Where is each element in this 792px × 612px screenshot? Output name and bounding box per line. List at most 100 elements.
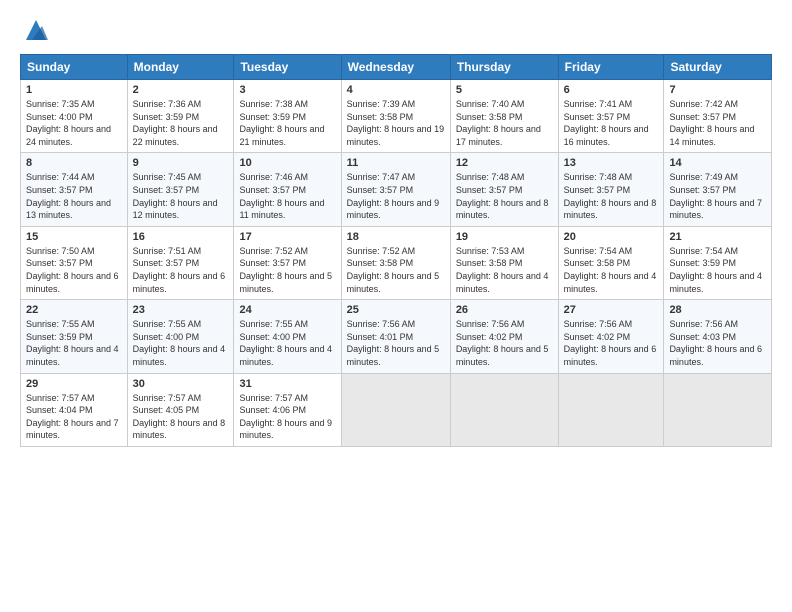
- day-info: Sunrise: 7:41 AMSunset: 3:57 PMDaylight:…: [564, 98, 659, 148]
- calendar-week-row: 8 Sunrise: 7:44 AMSunset: 3:57 PMDaylight…: [21, 153, 772, 226]
- calendar-cell: 10 Sunrise: 7:46 AMSunset: 3:57 PMDayligh…: [234, 153, 341, 226]
- day-info: Sunrise: 7:45 AMSunset: 3:57 PMDaylight:…: [133, 171, 229, 221]
- calendar-cell: 3 Sunrise: 7:38 AMSunset: 3:59 PMDaylight…: [234, 80, 341, 153]
- day-number: 5: [456, 84, 553, 96]
- day-number: 31: [239, 378, 335, 390]
- calendar-cell: 4 Sunrise: 7:39 AMSunset: 3:58 PMDaylight…: [341, 80, 450, 153]
- calendar-cell: 23Sunrise: 7:55 AMSunset: 4:00 PMDayligh…: [127, 300, 234, 373]
- day-number: 23: [133, 304, 229, 316]
- col-header-wednesday: Wednesday: [341, 55, 450, 80]
- calendar-cell: 12 Sunrise: 7:48 AMSunset: 3:57 PMDayligh…: [450, 153, 558, 226]
- col-header-friday: Friday: [558, 55, 664, 80]
- day-info: Sunrise: 7:49 AMSunset: 3:57 PMDaylight:…: [669, 171, 766, 221]
- calendar-cell: 6 Sunrise: 7:41 AMSunset: 3:57 PMDaylight…: [558, 80, 664, 153]
- calendar-cell: 28 Sunrise: 7:56 AMSunset: 4:03 PMDayligh…: [664, 300, 772, 373]
- calendar-cell: [558, 373, 664, 446]
- day-info: Sunrise: 7:53 AMSunset: 3:58 PMDaylight:…: [456, 245, 553, 295]
- col-header-saturday: Saturday: [664, 55, 772, 80]
- day-info: Sunrise: 7:51 AMSunset: 3:57 PMDaylight:…: [133, 245, 229, 295]
- calendar-week-row: 29Sunrise: 7:57 AMSunset: 4:04 PMDayligh…: [21, 373, 772, 446]
- calendar-cell: 9Sunrise: 7:45 AMSunset: 3:57 PMDaylight…: [127, 153, 234, 226]
- col-header-tuesday: Tuesday: [234, 55, 341, 80]
- calendar-cell: 27 Sunrise: 7:56 AMSunset: 4:02 PMDayligh…: [558, 300, 664, 373]
- calendar-cell: 19 Sunrise: 7:53 AMSunset: 3:58 PMDayligh…: [450, 226, 558, 299]
- calendar-cell: 21Sunrise: 7:54 AMSunset: 3:59 PMDayligh…: [664, 226, 772, 299]
- day-info: Sunrise: 7:57 AMSunset: 4:06 PMDaylight:…: [239, 392, 335, 442]
- day-info: Sunrise: 7:47 AMSunset: 3:57 PMDaylight:…: [347, 171, 445, 221]
- calendar-cell: 8 Sunrise: 7:44 AMSunset: 3:57 PMDaylight…: [21, 153, 128, 226]
- calendar-cell: 7 Sunrise: 7:42 AMSunset: 3:57 PMDaylight…: [664, 80, 772, 153]
- calendar-week-row: 1Sunrise: 7:35 AMSunset: 4:00 PMDaylight…: [21, 80, 772, 153]
- calendar-cell: [341, 373, 450, 446]
- day-info: Sunrise: 7:56 AMSunset: 4:01 PMDaylight:…: [347, 318, 445, 368]
- calendar-cell: 16Sunrise: 7:51 AMSunset: 3:57 PMDayligh…: [127, 226, 234, 299]
- calendar-cell: 1Sunrise: 7:35 AMSunset: 4:00 PMDaylight…: [21, 80, 128, 153]
- day-info: Sunrise: 7:48 AMSunset: 3:57 PMDaylight:…: [564, 171, 659, 221]
- day-info: Sunrise: 7:40 AMSunset: 3:58 PMDaylight:…: [456, 98, 553, 148]
- day-info: Sunrise: 7:56 AMSunset: 4:02 PMDaylight:…: [456, 318, 553, 368]
- calendar-cell: [450, 373, 558, 446]
- calendar-cell: 30 Sunrise: 7:57 AMSunset: 4:05 PMDayligh…: [127, 373, 234, 446]
- day-info: Sunrise: 7:42 AMSunset: 3:57 PMDaylight:…: [669, 98, 766, 148]
- calendar-cell: 25Sunrise: 7:56 AMSunset: 4:01 PMDayligh…: [341, 300, 450, 373]
- day-number: 12: [456, 157, 553, 169]
- day-info: Sunrise: 7:56 AMSunset: 4:02 PMDaylight:…: [564, 318, 659, 368]
- header: [20, 16, 772, 44]
- page: SundayMondayTuesdayWednesdayThursdayFrid…: [0, 0, 792, 612]
- calendar-cell: 15Sunrise: 7:50 AMSunset: 3:57 PMDayligh…: [21, 226, 128, 299]
- day-number: 29: [26, 378, 122, 390]
- day-number: 7: [669, 84, 766, 96]
- calendar-cell: 26Sunrise: 7:56 AMSunset: 4:02 PMDayligh…: [450, 300, 558, 373]
- day-number: 19: [456, 231, 553, 243]
- calendar-cell: 14 Sunrise: 7:49 AMSunset: 3:57 PMDayligh…: [664, 153, 772, 226]
- logo-icon: [22, 16, 50, 44]
- day-info: Sunrise: 7:52 AMSunset: 3:58 PMDaylight:…: [347, 245, 445, 295]
- day-info: Sunrise: 7:35 AMSunset: 4:00 PMDaylight:…: [26, 98, 122, 148]
- calendar-week-row: 22 Sunrise: 7:55 AMSunset: 3:59 PMDayligh…: [21, 300, 772, 373]
- calendar-cell: 18 Sunrise: 7:52 AMSunset: 3:58 PMDayligh…: [341, 226, 450, 299]
- day-number: 28: [669, 304, 766, 316]
- day-number: 20: [564, 231, 659, 243]
- calendar-cell: 2 Sunrise: 7:36 AMSunset: 3:59 PMDaylight…: [127, 80, 234, 153]
- day-info: Sunrise: 7:36 AMSunset: 3:59 PMDaylight:…: [133, 98, 229, 148]
- calendar-cell: 11 Sunrise: 7:47 AMSunset: 3:57 PMDayligh…: [341, 153, 450, 226]
- calendar-cell: 17 Sunrise: 7:52 AMSunset: 3:57 PMDayligh…: [234, 226, 341, 299]
- day-number: 2: [133, 84, 229, 96]
- col-header-monday: Monday: [127, 55, 234, 80]
- calendar-cell: 24 Sunrise: 7:55 AMSunset: 4:00 PMDayligh…: [234, 300, 341, 373]
- day-info: Sunrise: 7:39 AMSunset: 3:58 PMDaylight:…: [347, 98, 445, 148]
- day-info: Sunrise: 7:38 AMSunset: 3:59 PMDaylight:…: [239, 98, 335, 148]
- day-number: 8: [26, 157, 122, 169]
- day-number: 27: [564, 304, 659, 316]
- calendar-cell: [664, 373, 772, 446]
- day-info: Sunrise: 7:56 AMSunset: 4:03 PMDaylight:…: [669, 318, 766, 368]
- calendar-week-row: 15Sunrise: 7:50 AMSunset: 3:57 PMDayligh…: [21, 226, 772, 299]
- day-number: 3: [239, 84, 335, 96]
- day-info: Sunrise: 7:54 AMSunset: 3:59 PMDaylight:…: [669, 245, 766, 295]
- day-number: 11: [347, 157, 445, 169]
- calendar-cell: 31 Sunrise: 7:57 AMSunset: 4:06 PMDayligh…: [234, 373, 341, 446]
- day-info: Sunrise: 7:55 AMSunset: 3:59 PMDaylight:…: [26, 318, 122, 368]
- day-number: 4: [347, 84, 445, 96]
- calendar-cell: 20 Sunrise: 7:54 AMSunset: 3:58 PMDayligh…: [558, 226, 664, 299]
- calendar-cell: 13Sunrise: 7:48 AMSunset: 3:57 PMDayligh…: [558, 153, 664, 226]
- day-info: Sunrise: 7:50 AMSunset: 3:57 PMDaylight:…: [26, 245, 122, 295]
- day-number: 30: [133, 378, 229, 390]
- day-number: 10: [239, 157, 335, 169]
- day-info: Sunrise: 7:44 AMSunset: 3:57 PMDaylight:…: [26, 171, 122, 221]
- day-number: 18: [347, 231, 445, 243]
- day-number: 24: [239, 304, 335, 316]
- day-number: 17: [239, 231, 335, 243]
- day-info: Sunrise: 7:46 AMSunset: 3:57 PMDaylight:…: [239, 171, 335, 221]
- day-info: Sunrise: 7:57 AMSunset: 4:05 PMDaylight:…: [133, 392, 229, 442]
- day-info: Sunrise: 7:52 AMSunset: 3:57 PMDaylight:…: [239, 245, 335, 295]
- day-number: 6: [564, 84, 659, 96]
- day-number: 22: [26, 304, 122, 316]
- day-info: Sunrise: 7:55 AMSunset: 4:00 PMDaylight:…: [239, 318, 335, 368]
- day-info: Sunrise: 7:54 AMSunset: 3:58 PMDaylight:…: [564, 245, 659, 295]
- day-info: Sunrise: 7:48 AMSunset: 3:57 PMDaylight:…: [456, 171, 553, 221]
- col-header-sunday: Sunday: [21, 55, 128, 80]
- calendar-cell: 29Sunrise: 7:57 AMSunset: 4:04 PMDayligh…: [21, 373, 128, 446]
- calendar-cell: 5 Sunrise: 7:40 AMSunset: 3:58 PMDaylight…: [450, 80, 558, 153]
- day-number: 14: [669, 157, 766, 169]
